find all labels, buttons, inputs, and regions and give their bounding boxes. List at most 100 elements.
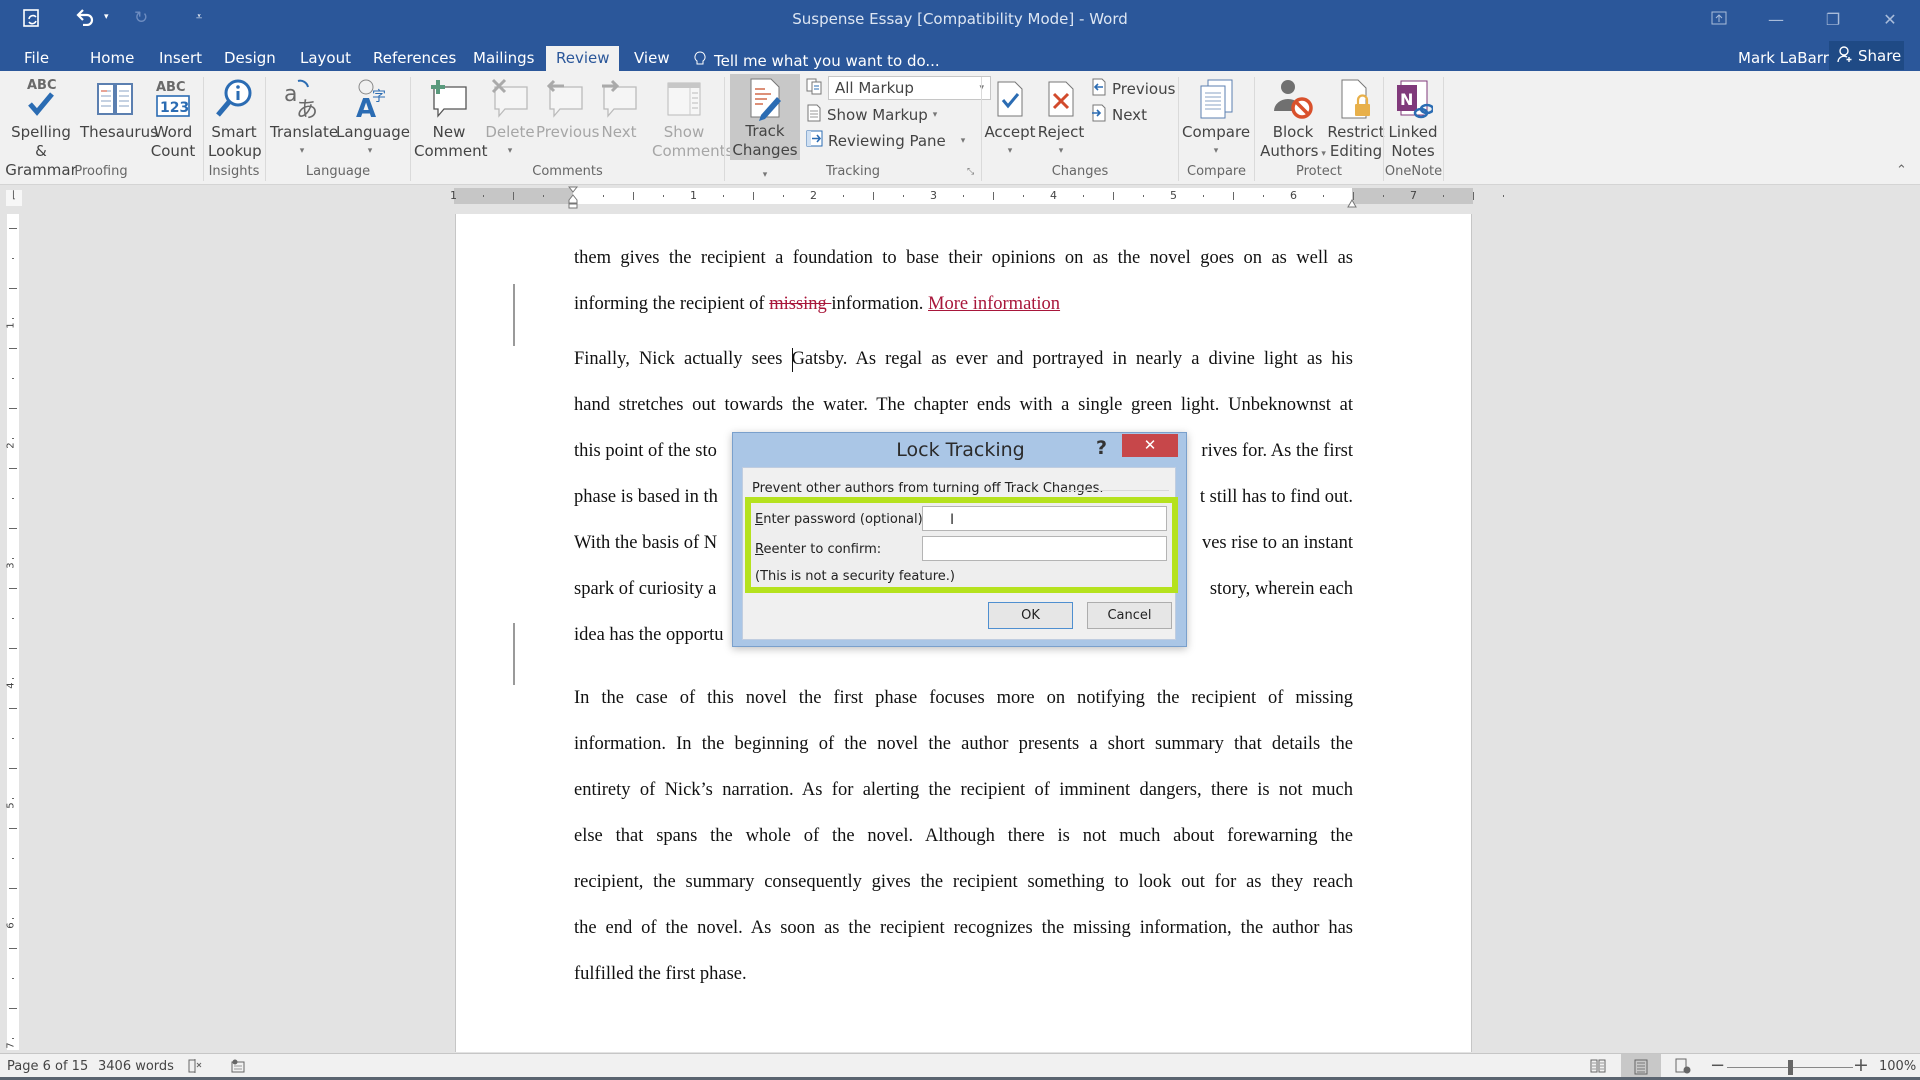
- text-line: fulfilled the first phase.: [574, 964, 747, 984]
- partial-line: [574, 213, 1353, 235]
- ribbon-display-options-icon[interactable]: [1696, 6, 1742, 34]
- ok-button[interactable]: OK: [988, 602, 1073, 629]
- lock-tracking-dialog: Lock Tracking ? ✕ Prevent other authors …: [732, 432, 1187, 647]
- ruler-tick: [12, 978, 14, 979]
- tell-me-box[interactable]: Tell me what you want to do...: [694, 51, 940, 71]
- share-button[interactable]: Share: [1829, 41, 1904, 70]
- status-bar: Page 6 of 15 3406 words − + 100%: [0, 1053, 1920, 1080]
- ruler-tick: [903, 195, 904, 197]
- ruler-number: 6: [5, 922, 17, 929]
- markup-select[interactable]: All Markup ▾: [828, 76, 991, 100]
- previous-comment-button[interactable]: Previous: [536, 75, 599, 142]
- compare-button[interactable]: Compare ▾: [1182, 75, 1250, 161]
- tab-view[interactable]: View: [624, 46, 680, 71]
- ruler-tick: [1443, 195, 1444, 197]
- svg-text:ABC: ABC: [27, 78, 57, 93]
- ruler-tick: [963, 195, 964, 197]
- new-comment-icon: [414, 75, 484, 123]
- confirm-password-input[interactable]: [922, 536, 1167, 561]
- ruler-tick: [753, 192, 754, 200]
- text-line: the end of the novel. As soon as the rec…: [574, 918, 1353, 938]
- help-icon[interactable]: ?: [1096, 437, 1107, 459]
- tab-layout[interactable]: Layout: [290, 46, 361, 71]
- zoom-in-icon[interactable]: +: [1853, 1054, 1869, 1076]
- tab-design[interactable]: Design: [214, 46, 286, 71]
- next-change-button[interactable]: Next: [1091, 104, 1147, 126]
- macro-recording-icon[interactable]: [230, 1058, 246, 1078]
- restore-icon[interactable]: ❐: [1810, 6, 1856, 34]
- delete-comment-button[interactable]: Delete ▾: [484, 75, 536, 161]
- ruler-tick: [1143, 195, 1144, 197]
- show-markup-button[interactable]: Show Markup ▾: [806, 104, 937, 126]
- user-name[interactable]: Mark LaBarr: [1738, 46, 1829, 70]
- window-title: Suspense Essay [Compatibility Mode] - Wo…: [792, 10, 1128, 28]
- tab-file[interactable]: File: [14, 46, 59, 71]
- tab-home[interactable]: Home: [80, 46, 144, 71]
- group-label-tracking: Tracking: [825, 164, 881, 179]
- tab-insert[interactable]: Insert: [149, 46, 212, 71]
- ruler-number: 3: [5, 562, 17, 569]
- accept-icon: [984, 75, 1036, 123]
- tab-references[interactable]: References: [363, 46, 466, 71]
- ruler-number: 1: [690, 189, 697, 202]
- tab-review[interactable]: Review: [546, 46, 619, 71]
- ruler-number: 4: [1050, 189, 1057, 202]
- minimize-icon[interactable]: —: [1753, 6, 1799, 34]
- ruler-tick: [12, 798, 14, 799]
- linked-notes-button[interactable]: N Linked Notes: [1385, 75, 1441, 161]
- page-count[interactable]: Page 6 of 15: [7, 1059, 88, 1074]
- dropdown-caret-icon: ▾: [1213, 146, 1219, 156]
- word-count[interactable]: 3406 words: [98, 1059, 174, 1074]
- svg-text:字: 字: [372, 89, 386, 105]
- thesaurus-button[interactable]: Thesaurus: [80, 75, 158, 142]
- book-icon: [80, 75, 150, 123]
- paragraph-1[interactable]: them gives the recipient a foundation to…: [574, 213, 1353, 327]
- indent-marker[interactable]: [567, 186, 579, 210]
- smart-lookup-button[interactable]: Smart Lookup: [208, 75, 262, 161]
- reviewing-pane-button[interactable]: Reviewing Pane ▾: [806, 130, 965, 151]
- restrict-editing-button[interactable]: Restrict Editing: [1326, 75, 1386, 161]
- dropdown-caret-icon: ▾: [932, 110, 938, 120]
- security-note: (This is not a security feature.): [755, 569, 955, 584]
- cancel-button[interactable]: Cancel: [1087, 602, 1172, 629]
- dropdown-caret-icon: ▾: [507, 146, 513, 156]
- show-comments-button[interactable]: Show Comments: [652, 75, 733, 161]
- word-count-button[interactable]: ABC 123 Word Count: [150, 75, 196, 161]
- tab-selector[interactable]: ⌊: [6, 190, 22, 206]
- title-bar: ▾ ↻ ⩡ Suspense Essay [Compatibility Mode…: [0, 0, 1920, 40]
- group-label-changes: Changes: [1051, 164, 1109, 179]
- ruler-ticks: 1 1 2 3 4 5 6 7: [450, 188, 1504, 204]
- tab-mailings[interactable]: Mailings: [463, 46, 544, 71]
- dialog-close-button[interactable]: ✕: [1122, 434, 1178, 457]
- reject-button[interactable]: Reject ▾: [1036, 75, 1086, 161]
- right-indent-marker[interactable]: [1347, 194, 1357, 208]
- zoom-out-icon[interactable]: −: [1710, 1055, 1725, 1076]
- ruler-tick: [9, 948, 17, 949]
- ruler-tick: [9, 468, 17, 469]
- next-comment-button[interactable]: Next: [596, 75, 642, 142]
- language-button[interactable]: A字 Language ▾: [336, 75, 410, 161]
- text-line: else that spans the whole of the novel. …: [574, 826, 1353, 846]
- close-window-icon[interactable]: ✕: [1867, 6, 1913, 34]
- paragraph-3[interactable]: In the case of this novel the first phas…: [574, 675, 1353, 997]
- previous-change-button[interactable]: Previous: [1091, 78, 1175, 100]
- accept-button[interactable]: Accept ▾: [984, 75, 1036, 161]
- read-mode-icon[interactable]: [1590, 1058, 1606, 1078]
- group-separator: [1443, 77, 1444, 181]
- track-changes-button[interactable]: Track Changes ▾: [730, 74, 800, 180]
- zoom-level[interactable]: 100%: [1879, 1059, 1916, 1074]
- zoom-slider-thumb[interactable]: [1788, 1060, 1793, 1075]
- show-markup-icon: [806, 104, 822, 126]
- ruler-tick: [12, 858, 14, 859]
- ruler-tick: [1503, 195, 1504, 197]
- delete-comment-icon: [484, 75, 536, 123]
- proofing-status-icon[interactable]: [187, 1058, 203, 1078]
- password-input[interactable]: [922, 506, 1167, 531]
- ruler-tick: [1113, 192, 1114, 200]
- web-layout-icon[interactable]: [1675, 1058, 1691, 1078]
- new-comment-button[interactable]: New Comment: [414, 75, 488, 161]
- block-authors-button[interactable]: Block Authors ▾: [1258, 75, 1328, 164]
- next-comment-icon: [596, 75, 642, 123]
- collapse-ribbon-icon[interactable]: ⌃: [1896, 163, 1907, 178]
- translate-button[interactable]: aあ Translate ▾: [270, 75, 338, 161]
